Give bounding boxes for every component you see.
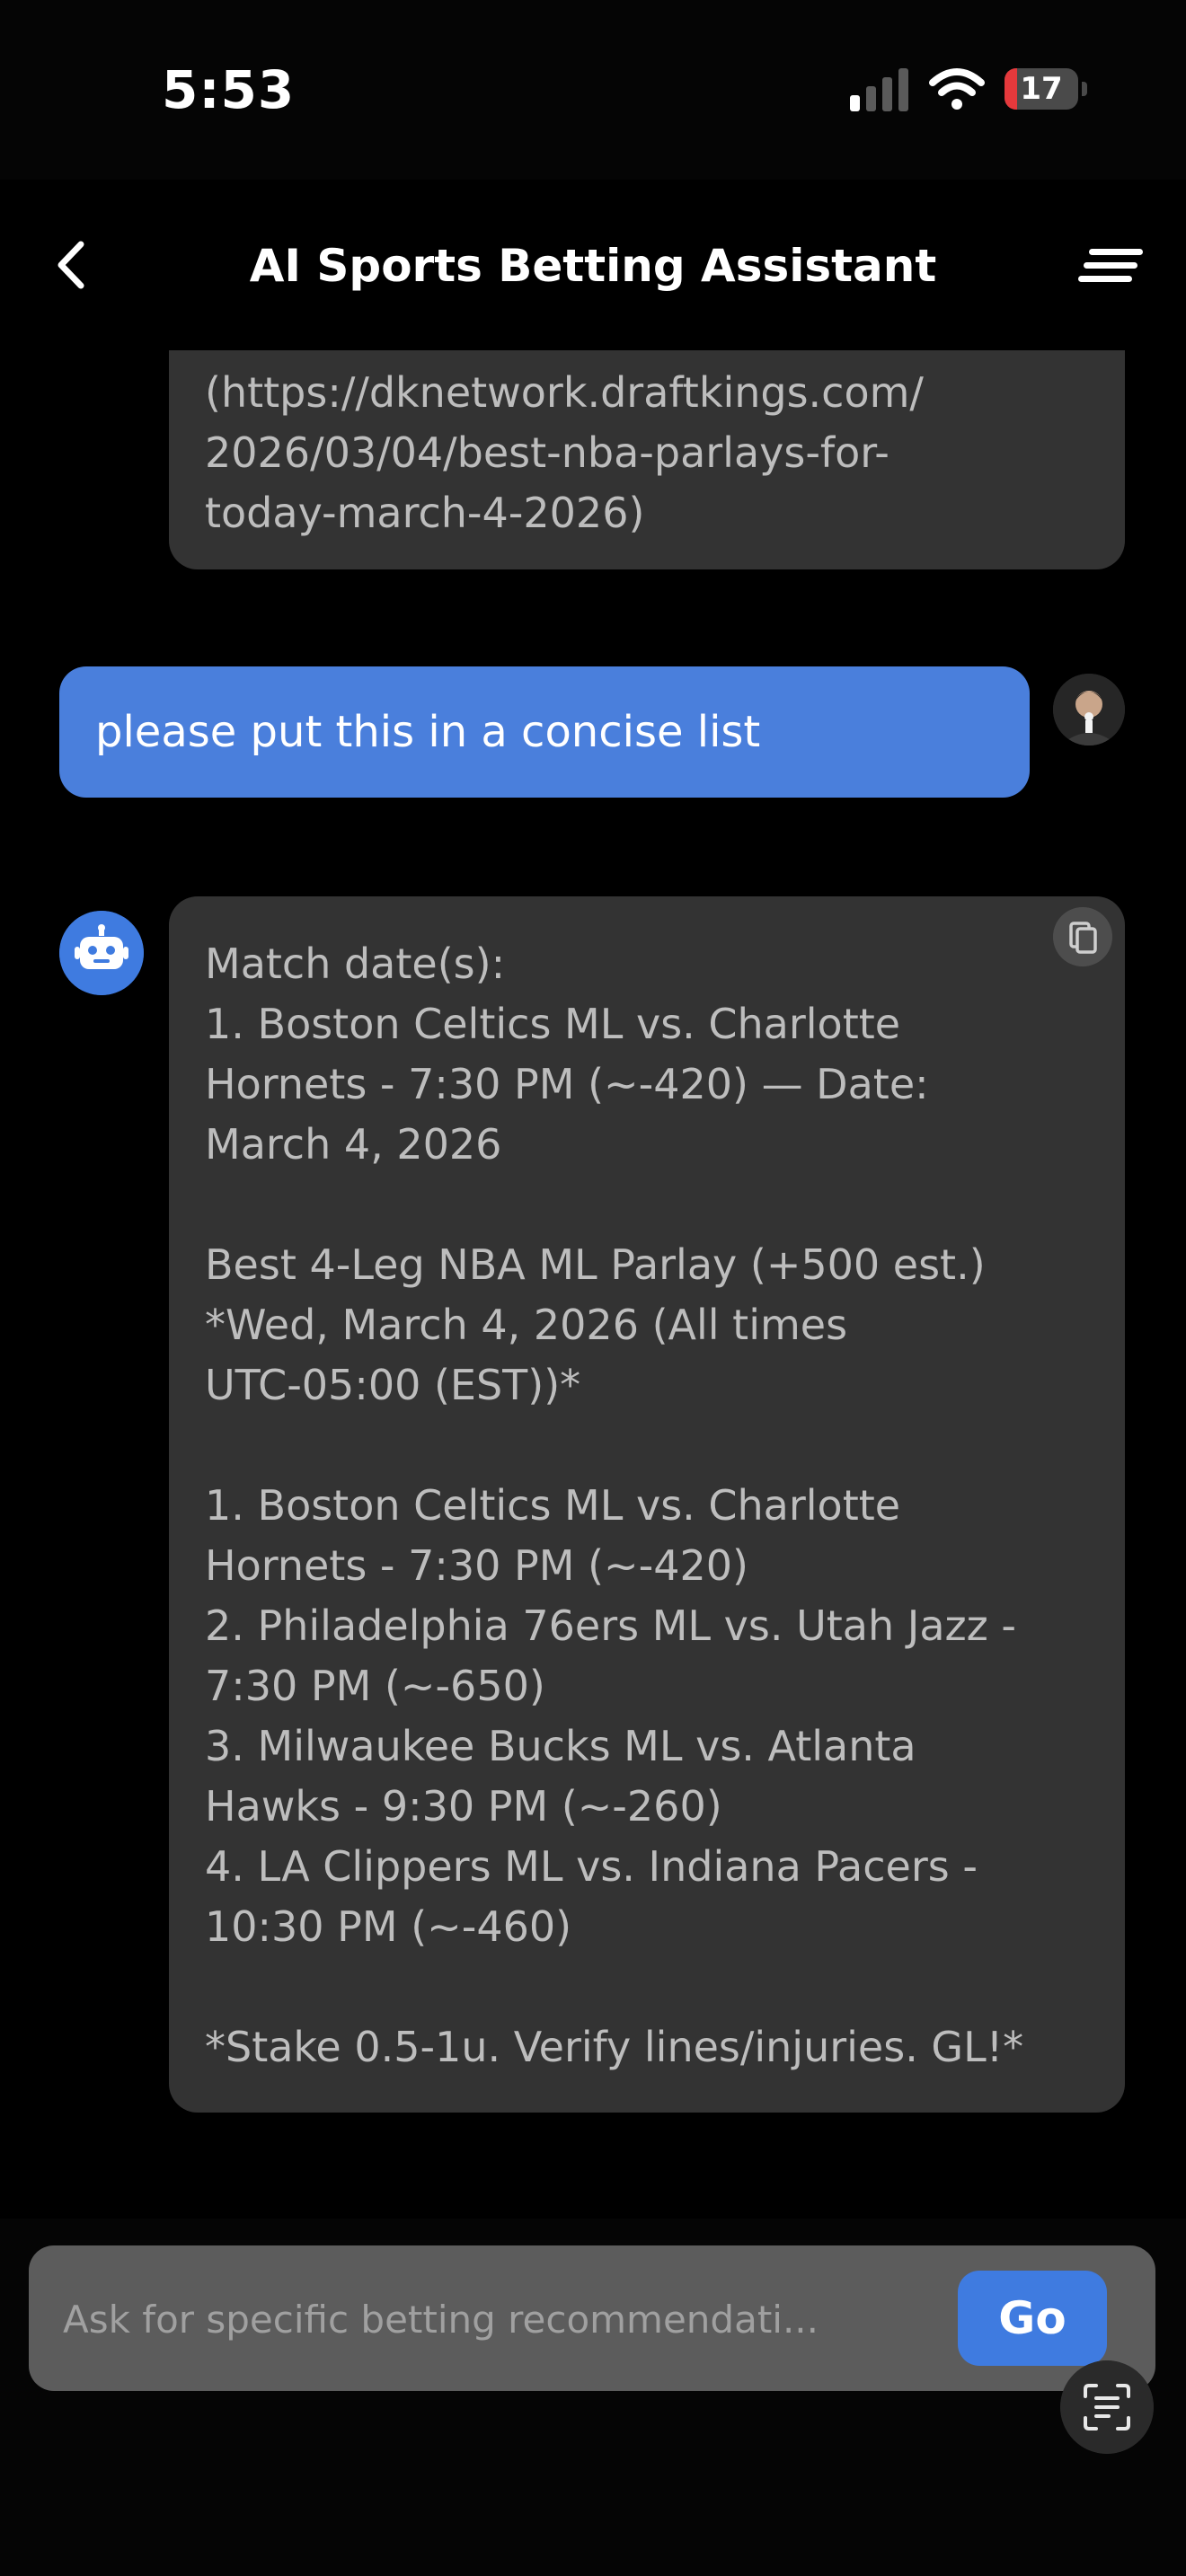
user-message-bubble: please put this in a concise list [59,666,1030,798]
assistant-message-bubble: (https://dknetwork.draftkings.com/ 2026/… [169,350,1125,569]
copy-icon[interactable] [1053,907,1112,966]
battery-level: 17 [1020,71,1063,107]
scan-text-icon[interactable] [1060,2360,1154,2454]
wifi-icon [929,68,985,110]
user-message-text: please put this in a concise list [95,707,761,757]
status-bar: 5:53 17 [0,0,1186,180]
send-button[interactable]: Go [958,2271,1107,2366]
robot-icon [59,911,144,995]
avatar [1053,674,1125,745]
status-time: 5:53 [162,59,296,120]
battery-icon: 17 [1005,68,1087,110]
assistant-message-bubble: Match date(s): 1. Boston Celtics ML vs. … [169,896,1125,2113]
menu-icon[interactable] [1076,235,1152,298]
chat-thread[interactable]: (https://dknetwork.draftkings.com/ 2026/… [0,350,1186,2219]
page-title: AI Sports Betting Assistant [249,240,937,292]
message-input[interactable] [61,2281,927,2357]
signal-icon [850,68,908,111]
back-chevron-icon[interactable] [36,225,108,305]
